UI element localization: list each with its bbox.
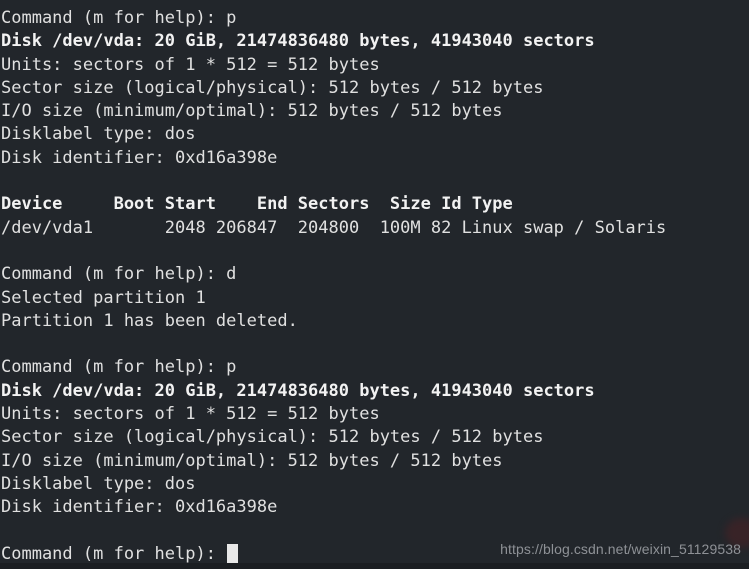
prompt-text: Command (m for help): [1,543,227,564]
terminal-line: Disklabel type: dos [1,124,196,145]
terminal-line: Disk identifier: 0xd16a398e [1,147,278,168]
terminal-line: Disk /dev/vda: 20 GiB, 21474836480 bytes… [1,380,595,401]
terminal-line: Sector size (logical/physical): 512 byte… [1,77,544,98]
terminal-line: Disklabel type: dos [1,473,196,494]
terminal-line: I/O size (minimum/optimal): 512 bytes / … [1,450,503,471]
terminal-line: Partition 1 has been deleted. [1,310,298,331]
terminal-line: Units: sectors of 1 * 512 = 512 bytes [1,404,380,425]
terminal-window[interactable]: Command (m for help): p Disk /dev/vda: 20… [0,0,749,569]
terminal-line: Command (m for help): p [1,357,237,378]
terminal-line: Units: sectors of 1 * 512 = 512 bytes [1,54,380,75]
terminal-line: I/O size (minimum/optimal): 512 bytes / … [1,101,503,122]
terminal-line: Device Boot Start End Sectors Size Id Ty… [1,194,513,215]
terminal-line: Sector size (logical/physical): 512 byte… [1,427,544,448]
terminal-output: Command (m for help): p Disk /dev/vda: 20… [1,7,749,566]
terminal-line: Command (m for help): p [1,8,237,28]
terminal-line: Disk identifier: 0xd16a398e [1,497,278,518]
terminal-line: Command (m for help): d [1,264,237,285]
terminal-bottom-edge [0,563,749,569]
text-cursor[interactable] [227,543,239,563]
terminal-line: /dev/vda1 2048 206847 204800 100M 82 Lin… [1,217,667,238]
terminal-line: Disk /dev/vda: 20 GiB, 21474836480 bytes… [1,31,595,52]
terminal-line: Selected partition 1 [1,287,206,308]
